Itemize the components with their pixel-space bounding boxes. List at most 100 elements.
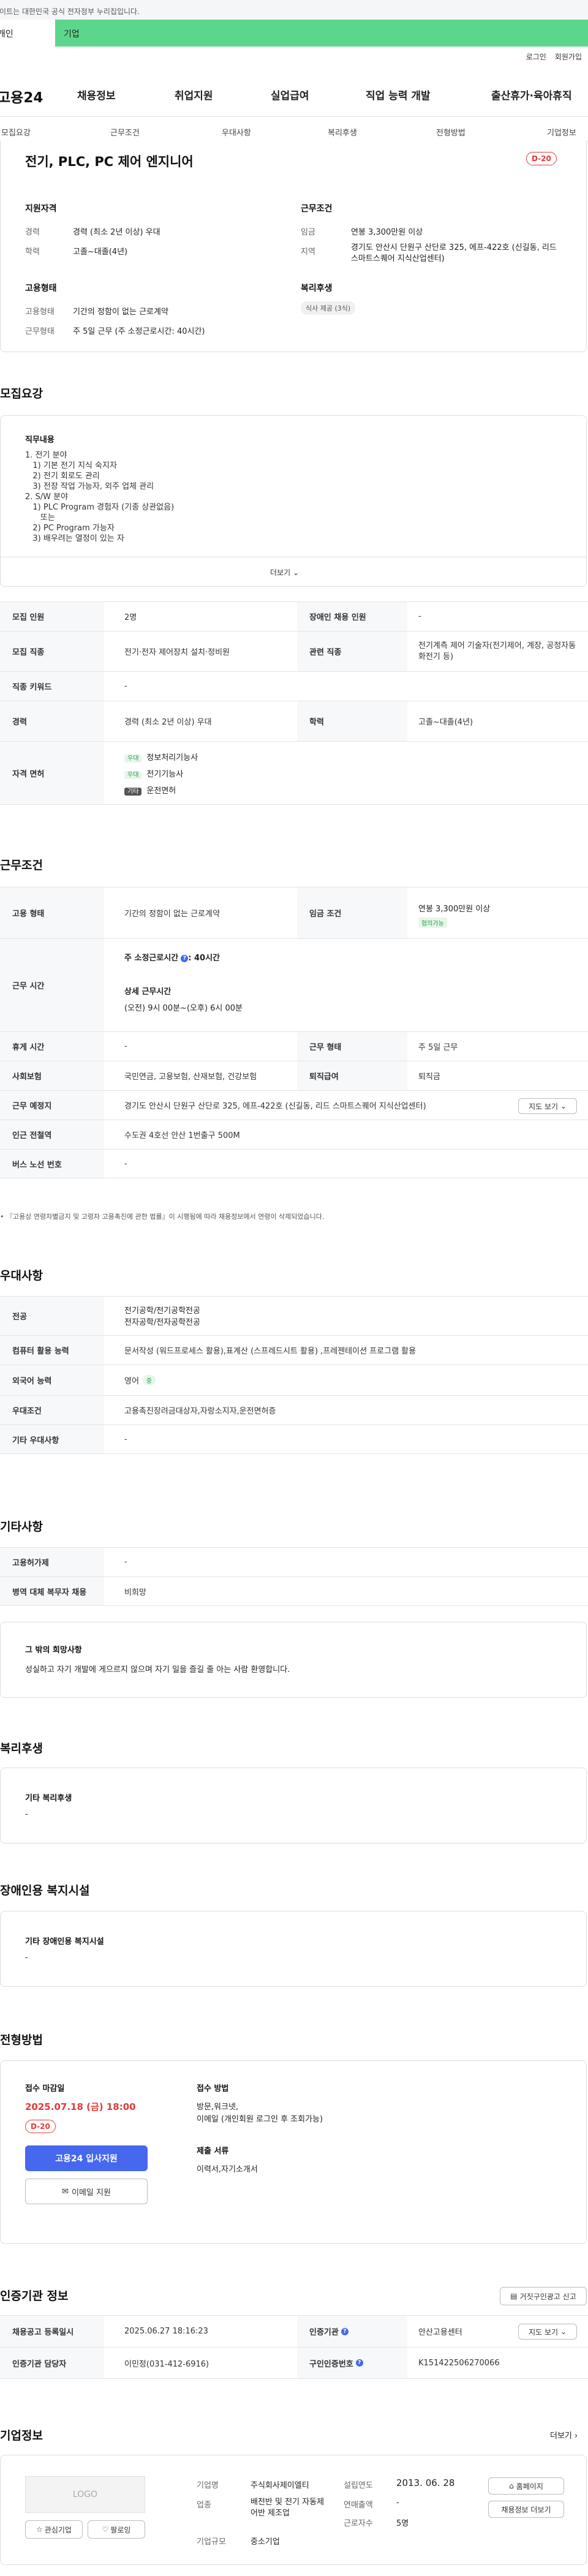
work-time-label: 근무 시간 — [0, 939, 104, 1031]
license-name: 정보처리기능사 — [146, 753, 198, 763]
star-icon: ☆ — [36, 2525, 43, 2534]
gnb-item-parental-leave[interactable]: 출산휴가·육아휴직 — [491, 87, 572, 102]
list-item: 이메일 (개인회원 로그인 후 조회가능) — [197, 2115, 323, 2124]
favorite-company-button[interactable]: ☆ 관심기업 — [25, 2520, 83, 2539]
table-row: 인근 전철역 수도권 4호선 안산 1번출구 500M — [0, 1120, 588, 1149]
rest-value: - — [124, 1042, 127, 1051]
agency-value: 안산고용센터 — [418, 2328, 462, 2337]
login-link[interactable]: 로그인 — [526, 51, 546, 62]
info-icon[interactable]: ? — [181, 954, 189, 962]
homepage-button[interactable]: ⌂ 홈페이지 — [488, 2477, 564, 2495]
subnav-preferences[interactable]: 우대사항 — [222, 126, 251, 138]
info-icon[interactable]: ? — [355, 2359, 363, 2367]
utility-links: 로그인 회원가입 — [526, 51, 582, 62]
work-type-label: 근무형태 — [25, 327, 55, 336]
work-form-value: 주 5일 근무 — [418, 1043, 458, 1052]
education-row-label: 학력 — [297, 701, 407, 741]
language-value: 영어 — [124, 1377, 139, 1386]
info-icon[interactable]: ? — [341, 2327, 349, 2335]
weekly-hours: 주 소정근로시간?: 40시간 — [124, 954, 220, 963]
work-form-label: 근무 형태 — [297, 1032, 407, 1061]
employees-value: 5명 — [396, 2519, 409, 2528]
wish-card: 그 밖의 희망사항 성실하고 자기 개발에 게으르지 않으며 자기 일을 즐길 … — [0, 1622, 587, 1698]
table-row: 모집 직종 전기·전자 제어장치 설치·정비원 관련 직종 전기계측 제어 기술… — [0, 631, 588, 671]
duty-line: 1. 전기 분야 — [25, 451, 67, 460]
company-name-value: 주식회사제이엘티 — [251, 2481, 309, 2490]
company-jobs-button[interactable]: 채용정보 더보기 — [488, 2501, 564, 2518]
home-icon: ⌂ — [509, 2482, 514, 2490]
chevron-down-icon: ⌄ — [560, 1102, 567, 1110]
employees-label: 근로자수 — [344, 2519, 373, 2528]
wish-value: 성실하고 자기 개발에 게으르지 않으며 자기 일을 즐길 줄 아는 사람 환영… — [25, 1665, 290, 1674]
gnb-item-jobs[interactable]: 채용정보 — [77, 87, 116, 102]
wage-row-label: 임금 조건 — [297, 887, 407, 938]
process-dday-badge: D-20 — [25, 2120, 56, 2133]
region-label: 지역 — [301, 247, 315, 257]
member-type-tabs: 개인 기업 — [0, 20, 588, 47]
welfare-etc-title: 기타 복리후생 — [25, 1794, 72, 1803]
major-values: 전기공학/전기공학전공 전자공학/전자공학전공 — [124, 1305, 200, 1328]
age-discrimination-note: • 『고용상 연령차별금지 및 고령자 고용촉진에 관한 법률』이 시행됨에 따… — [0, 1213, 325, 1221]
follow-company-button[interactable]: ♡ 팔로잉 — [88, 2520, 145, 2539]
gnb-item-unemployment-benefit[interactable]: 실업급여 — [271, 87, 309, 102]
table-row: 직종 키워드 - — [0, 671, 588, 701]
duty-line: 2. S/W 분야 — [25, 492, 69, 502]
disability-heading: 장애인용 복지시설 — [0, 1884, 90, 1897]
email-apply-button[interactable]: ✉ 이메일 지원 — [25, 2179, 148, 2204]
work-permit-label: 고용허가제 — [0, 1548, 104, 1576]
duty-more-button[interactable]: 더보기 ⌄ — [270, 567, 299, 578]
preferred-chip: 우대 — [124, 755, 142, 763]
wage-label: 임금 — [301, 228, 315, 237]
site-logo[interactable]: 고용24 — [0, 86, 66, 107]
agency-manager-label: 인증기관 담당자 — [0, 2348, 104, 2378]
apply-button[interactable]: 고용24 입사지원 — [25, 2145, 148, 2171]
subnav-conditions[interactable]: 근무조건 — [110, 126, 140, 138]
job-category-value: 전기·전자 제어장치 설치·정비원 — [124, 648, 230, 657]
agency-heading: 인증기관 정보 — [0, 2289, 69, 2303]
duty-title: 직무내용 — [25, 435, 55, 445]
chevron-down-icon: ⌄ — [560, 2327, 567, 2336]
related-job-value: 전기계측 제어 기술자(전기제어, 계장, 공정자동화전기 등) — [418, 641, 576, 661]
subnav-recruit[interactable]: 모집요강 — [1, 126, 31, 138]
gnb-item-employment-support[interactable]: 취업지원 — [175, 87, 213, 102]
table-row: 전공 전기공학/전기공학전공 전자공학/전자공학전공 — [0, 1296, 588, 1335]
list-item: 기타 운전면허 — [124, 783, 198, 800]
list-item: 전기공학/전기공학전공 — [124, 1306, 200, 1316]
education-label: 학력 — [25, 247, 40, 257]
job-cert-number-label: 구인인증번호? — [297, 2348, 407, 2378]
recruit-table: 모집 인원 2명 장애인 채용 인원 - 모집 직종 전기·전자 제어장치 설치… — [0, 601, 588, 826]
join-link[interactable]: 회원가입 — [555, 51, 582, 62]
gnb-item-vocational-training[interactable]: 직업 능력 개발 — [366, 87, 431, 102]
agency-map-button[interactable]: 지도 보기 ⌄ — [518, 2324, 577, 2340]
welfare-pill: 식사 제공 (3식) — [301, 301, 356, 315]
tab-corp[interactable]: 기업 — [55, 20, 588, 47]
dday-badge: D-20 — [526, 152, 557, 165]
tab-person[interactable]: 개인 — [0, 20, 55, 47]
subnav-welfare[interactable]: 복리후생 — [328, 126, 357, 138]
recruit-heading: 모집요강 — [0, 387, 43, 401]
computer-skill-value: 문서작성 (워드프로세스 활용),표계산 (스프레드시트 활용) ,프레젠테이션… — [124, 1347, 417, 1356]
subnav-company[interactable]: 기업정보 — [547, 126, 576, 138]
bus-value: - — [124, 1159, 127, 1169]
revenue-label: 연매출액 — [344, 2501, 373, 2510]
job-category-label: 모집 직종 — [0, 631, 104, 671]
false-ad-report-button[interactable]: ▤ 거짓구인광고 신고 — [500, 2287, 587, 2305]
company-name-label: 기업명 — [197, 2481, 219, 2490]
other-heading: 기타사항 — [0, 1520, 43, 1534]
computer-skill-label: 컴퓨터 활용 능력 — [0, 1336, 104, 1365]
table-row: 사회보험 국민연금, 고용보험, 산재보험, 건강보험 퇴직급여 퇴직금 — [0, 1061, 588, 1090]
job-summary-card: 전기, PLC, PC 제어 엔지니어 D-20 지원자격 경력 경력 (최소 … — [0, 141, 587, 352]
duty-line: 또는 — [25, 513, 55, 522]
education-row-value: 고졸~대졸(4년) — [418, 718, 473, 727]
founded-label: 설립연도 — [344, 2481, 373, 2490]
wage-value: 연봉 3,300만원 이상 — [351, 228, 423, 237]
employment-type-label: 고용형태 — [25, 307, 55, 317]
method-value: 방문,워크넷, 이메일 (개인회원 로그인 후 조회가능) — [197, 2101, 323, 2126]
method-title: 접수 방법 — [197, 2084, 229, 2093]
keyword-label: 직종 키워드 — [0, 672, 104, 701]
subnav-process[interactable]: 전형방법 — [436, 126, 466, 138]
work-place-map-button[interactable]: 지도 보기 ⌄ — [518, 1098, 577, 1114]
wage-row-cell: 연봉 3,300만원 이상 협의가능 — [418, 902, 490, 928]
company-more-link[interactable]: 더보기 › — [550, 2429, 578, 2441]
disability-card: 기타 장애인용 복지시설 - — [0, 1911, 587, 1987]
